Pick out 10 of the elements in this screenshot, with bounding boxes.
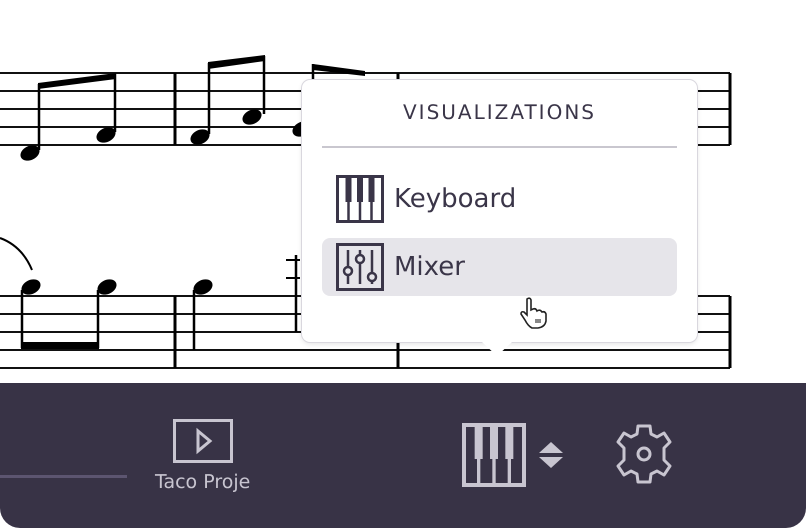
popover-title: VISUALIZATIONS (403, 100, 596, 124)
menu-item[interactable]: Mixer (322, 238, 677, 296)
menu-item[interactable]: Keyboard (322, 170, 677, 228)
up-down-caret-icon (538, 441, 564, 469)
piano-keys-icon (336, 175, 384, 223)
sliders-icon (336, 243, 384, 291)
play-icon (172, 419, 233, 463)
visualization-switcher[interactable] (462, 423, 564, 487)
project-button[interactable]: Taco Proje (155, 419, 250, 493)
piano-keys-icon (462, 423, 526, 487)
